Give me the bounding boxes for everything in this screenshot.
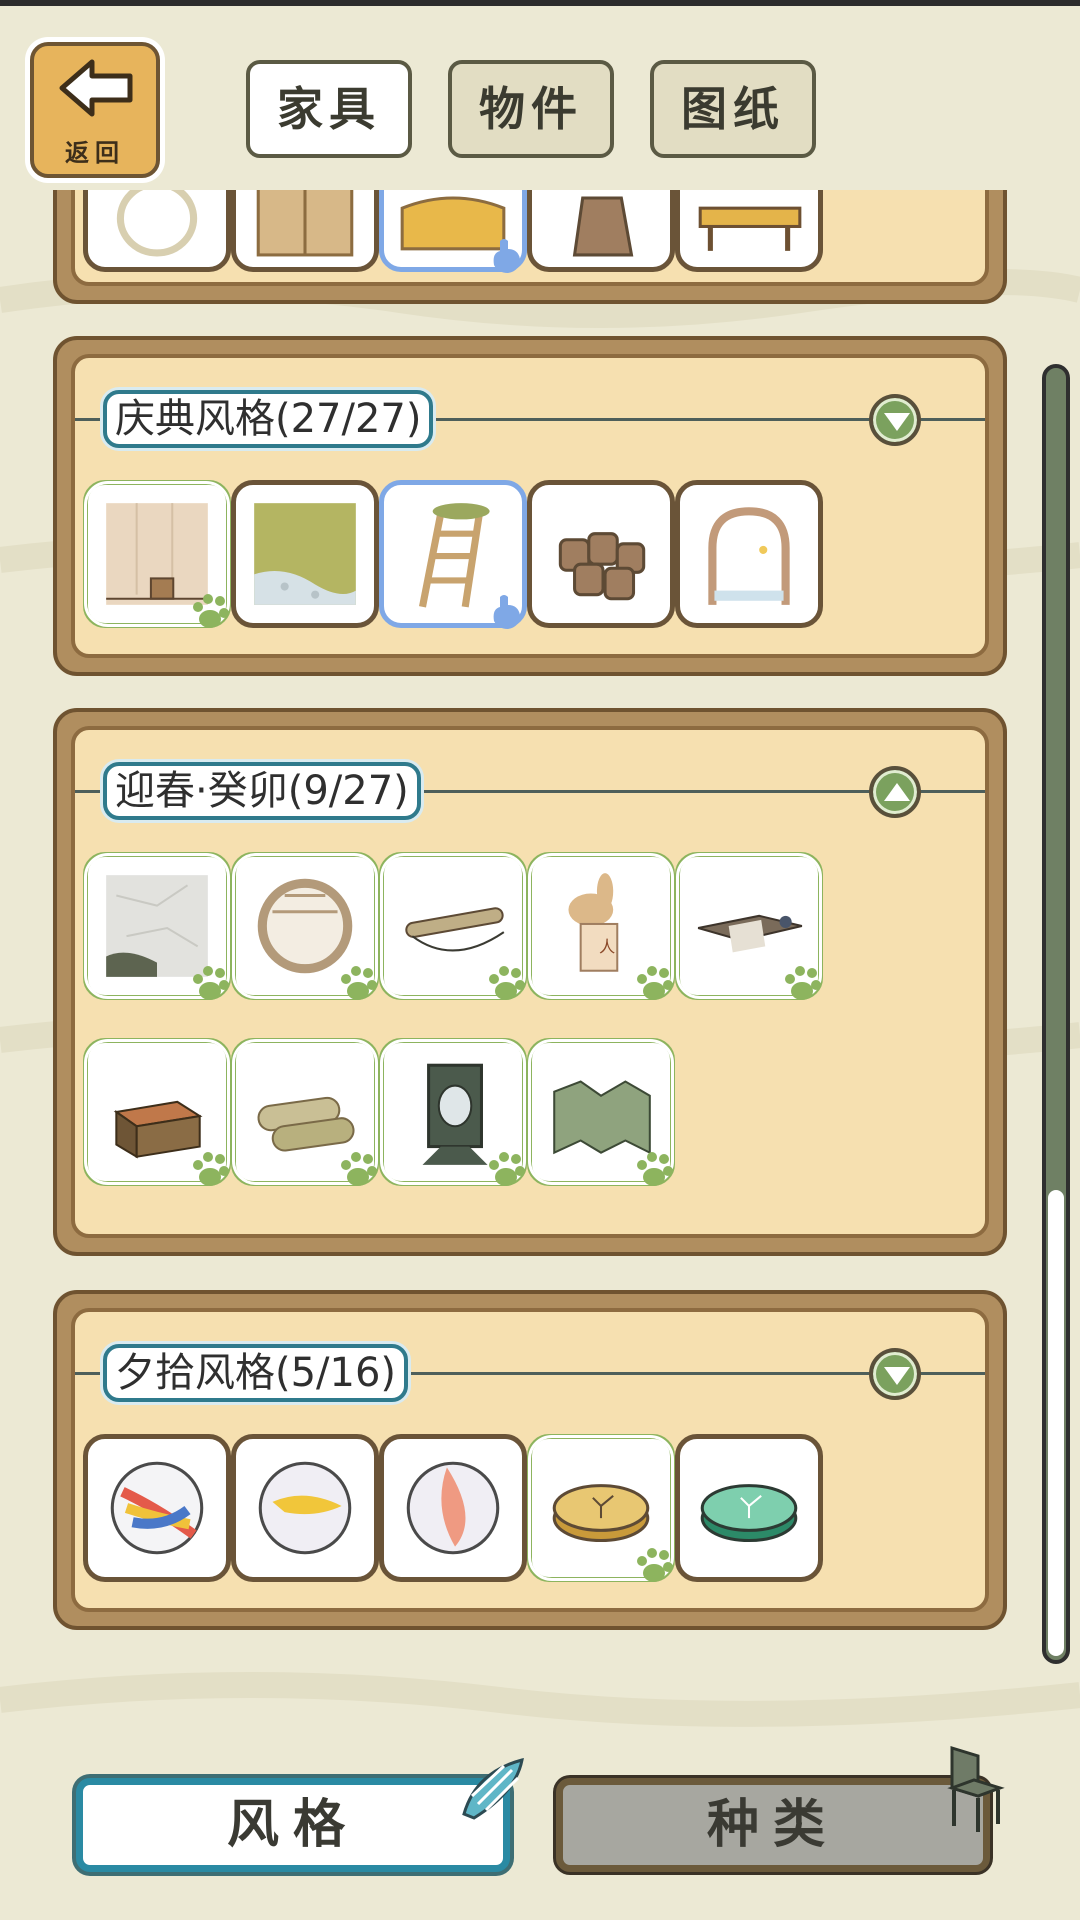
tricolor-marble-icon bbox=[110, 1461, 204, 1555]
scrollbar-thumb[interactable] bbox=[1048, 1190, 1064, 1656]
collapse-toggle-button[interactable] bbox=[869, 766, 921, 818]
back-button[interactable]: 返回 bbox=[30, 42, 160, 178]
section-panel-xishi: 夕拾风格(5/16) bbox=[53, 1290, 1007, 1630]
frog-paw-icon bbox=[785, 966, 821, 1000]
tab-objects[interactable]: 物件 bbox=[448, 60, 614, 158]
round-mirror-icon bbox=[116, 190, 198, 257]
item-tile-gold-coin[interactable] bbox=[527, 1434, 675, 1582]
frog-paw-icon bbox=[193, 966, 229, 1000]
item-tile-arched-window[interactable] bbox=[675, 480, 823, 628]
frog-paw-icon bbox=[193, 594, 229, 628]
wooden-door-icon bbox=[256, 190, 354, 257]
tan-bag-icon bbox=[572, 196, 634, 257]
chevron-down-icon bbox=[884, 1367, 910, 1385]
item-tile-folding-screen[interactable] bbox=[527, 1038, 675, 1186]
pink-marble-icon bbox=[406, 1461, 500, 1555]
golden-table-icon bbox=[698, 206, 802, 251]
item-tile-ladder[interactable] bbox=[379, 480, 527, 629]
frog-paw-icon bbox=[193, 1152, 229, 1186]
seashell-icon bbox=[462, 1757, 524, 1820]
item-tile-green-coin[interactable] bbox=[675, 1434, 823, 1582]
frog-paw-icon bbox=[637, 1152, 673, 1186]
scrollbar[interactable] bbox=[1042, 364, 1070, 1664]
item-tile-wooden-door[interactable] bbox=[231, 190, 379, 272]
frog-paw-icon bbox=[341, 966, 377, 1000]
item-tile-yellow-marble[interactable] bbox=[231, 1434, 379, 1582]
header-bar: 返回 家具 物件 图纸 bbox=[0, 0, 1080, 190]
back-arrow-icon bbox=[59, 59, 133, 117]
svg-text:人: 人 bbox=[599, 937, 615, 956]
section-panel-spring: 迎春·癸卯(9/27) 人 bbox=[53, 708, 1007, 1256]
item-tile-pink-marble[interactable] bbox=[379, 1434, 527, 1582]
chevron-up-icon bbox=[884, 783, 910, 801]
item-tile-rolled-mats[interactable] bbox=[231, 1038, 379, 1186]
frog-paw-icon bbox=[637, 966, 673, 1000]
grass-floor-icon bbox=[254, 503, 356, 605]
selected-hand-icon bbox=[493, 595, 520, 629]
item-tile-wooden-wall[interactable] bbox=[83, 480, 231, 628]
frog-paw-icon bbox=[489, 1152, 525, 1186]
back-label: 返回 bbox=[65, 139, 125, 167]
item-tile-golden-blanket[interactable] bbox=[379, 190, 527, 273]
style-filter-button[interactable]: 风格 bbox=[76, 1778, 510, 1872]
item-tile-low-desk[interactable] bbox=[675, 852, 823, 1000]
frog-paw-icon bbox=[341, 1152, 377, 1186]
item-tile-round-mirror[interactable] bbox=[83, 190, 231, 272]
type-filter-button[interactable]: 种类 bbox=[556, 1778, 990, 1872]
furniture-list[interactable]: 庆典风格(27/27) 迎春·癸卯(9/27) 人 夕拾风格(5/16) bbox=[0, 190, 1080, 1730]
item-tile-standing-mirror[interactable] bbox=[379, 1038, 527, 1186]
tab-furniture[interactable]: 家具 bbox=[246, 60, 412, 158]
item-tile-tricolor-marble[interactable] bbox=[83, 1434, 231, 1582]
tab-blueprints[interactable]: 图纸 bbox=[650, 60, 816, 158]
selected-hand-icon bbox=[493, 239, 520, 273]
arched-window-icon bbox=[708, 507, 790, 605]
item-tile-round-window[interactable] bbox=[231, 852, 379, 1000]
item-tile-grass-floor[interactable] bbox=[231, 480, 379, 628]
section-title: 夕拾风格(5/16) bbox=[103, 1344, 409, 1402]
item-tile-scroll-rod[interactable] bbox=[379, 852, 527, 1000]
item-tile-golden-table[interactable] bbox=[675, 190, 823, 272]
item-tile-stone-floor[interactable] bbox=[83, 852, 231, 1000]
item-tile-barrels[interactable] bbox=[527, 480, 675, 628]
chair-icon bbox=[947, 1745, 1005, 1832]
item-tile-wooden-chest[interactable] bbox=[83, 1038, 231, 1186]
section-title: 迎春·癸卯(9/27) bbox=[103, 762, 421, 820]
barrels-icon bbox=[558, 532, 646, 601]
frog-paw-icon bbox=[637, 1548, 673, 1582]
section-title: 庆典风格(27/27) bbox=[103, 390, 434, 448]
section-panel-previous bbox=[53, 190, 1007, 304]
section-panel-celebration: 庆典风格(27/27) bbox=[53, 336, 1007, 676]
item-tile-rabbit-calendar[interactable]: 人 bbox=[527, 852, 675, 1000]
expand-toggle-button[interactable] bbox=[869, 394, 921, 446]
green-coin-icon bbox=[700, 1484, 798, 1543]
chevron-down-icon bbox=[884, 413, 910, 431]
yellow-marble-icon bbox=[258, 1461, 352, 1555]
item-tile-tan-bag[interactable] bbox=[527, 190, 675, 272]
expand-toggle-button[interactable] bbox=[869, 1348, 921, 1400]
frog-paw-icon bbox=[489, 966, 525, 1000]
